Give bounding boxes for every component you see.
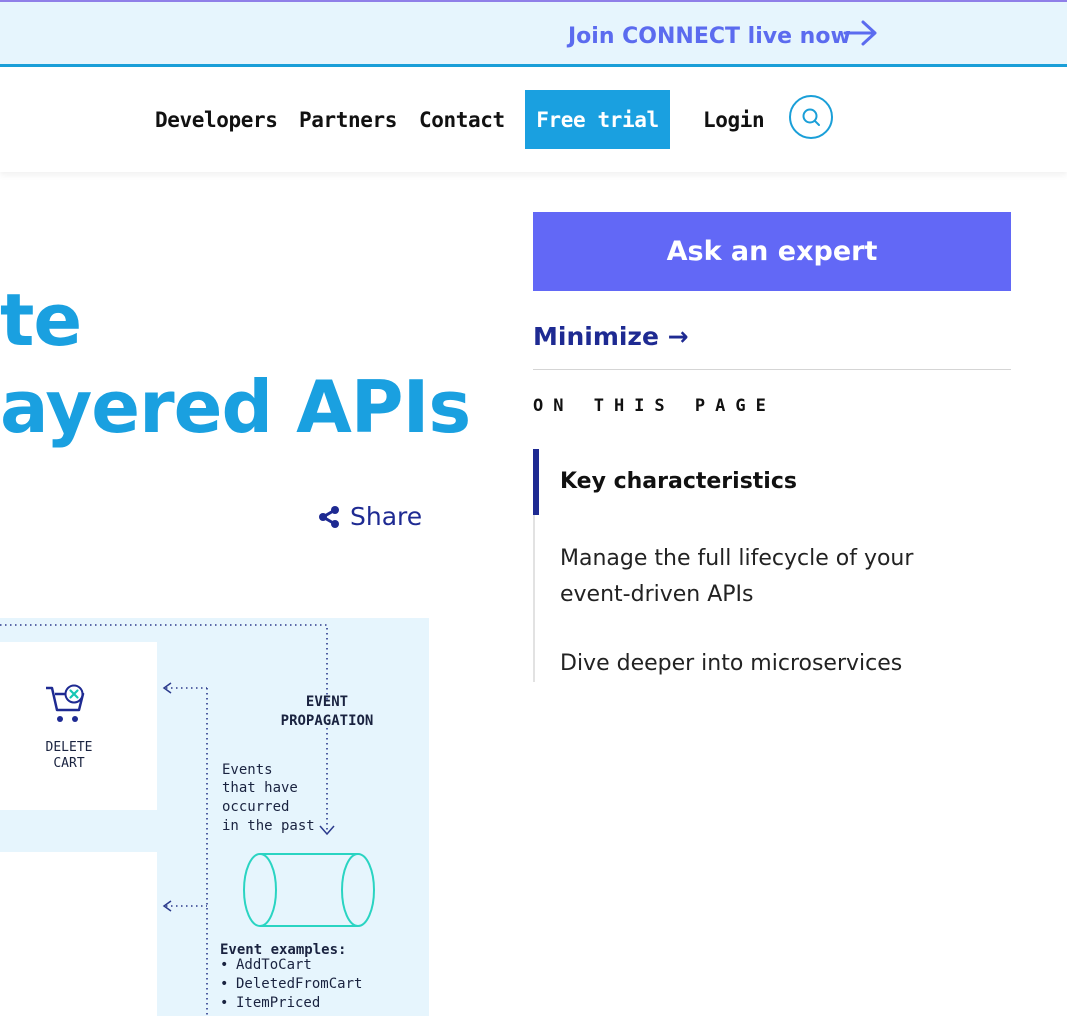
free-trial-button[interactable]: Free trial (525, 90, 670, 149)
toc-item-microservices[interactable]: Dive deeper into microservices (560, 646, 902, 682)
event-store-cylinder-icon (243, 853, 375, 927)
toc-active-indicator (533, 449, 539, 515)
toc-item-key-characteristics[interactable]: Key characteristics (560, 464, 797, 500)
sidebar-divider (533, 369, 1011, 370)
events-note-3: occurred (222, 799, 290, 815)
share-icon (319, 505, 339, 528)
search-button[interactable] (789, 95, 833, 139)
events-note-1: Events (222, 762, 273, 778)
delete-cart-label-2: CART (53, 756, 85, 771)
share-label: Share (350, 502, 423, 531)
events-note-4: in the past (222, 818, 315, 834)
on-this-page-heading: ON THIS PAGE (533, 396, 776, 416)
delete-cart-label-1: DELETE (45, 740, 93, 755)
list-item: ItemPriced (220, 994, 362, 1013)
page-title-line-1: te (0, 278, 82, 362)
promo-link[interactable]: Join CONNECT live now (568, 24, 851, 49)
login-link[interactable]: Login (703, 108, 765, 132)
list-item: AddToCart (220, 956, 362, 975)
share-button[interactable]: Share (316, 502, 422, 531)
cart-delete-icon (46, 684, 85, 722)
minimize-toggle[interactable]: Minimize → (533, 322, 689, 351)
nav-contact[interactable]: Contact (419, 108, 505, 132)
event-propagation-label-1: EVENT (305, 694, 349, 710)
toc-item-lifecycle[interactable]: Manage the full lifecycle of your event-… (560, 541, 920, 613)
event-diagram: DELETE CART EVENT PROPAGATION Events tha… (0, 618, 429, 1016)
event-card (0, 852, 157, 1016)
ask-expert-button[interactable]: Ask an expert (533, 212, 1011, 291)
list-item: DeletedFromCart (220, 975, 362, 994)
event-examples-list: AddToCart DeletedFromCart ItemPriced (220, 956, 362, 1013)
nav-partners[interactable]: Partners (299, 108, 397, 132)
nav-developers[interactable]: Developers (155, 108, 278, 132)
page-title-line-2: ayered APIs (0, 365, 471, 449)
main-nav: Developers Partners Contact Free trial L… (0, 67, 1067, 172)
search-icon (802, 108, 820, 126)
events-note-2: that have (222, 780, 298, 796)
event-propagation-label-2: PROPAGATION (280, 713, 374, 729)
arrow-right-icon[interactable] (843, 18, 879, 52)
promo-banner: Join CONNECT live now (0, 2, 1067, 67)
